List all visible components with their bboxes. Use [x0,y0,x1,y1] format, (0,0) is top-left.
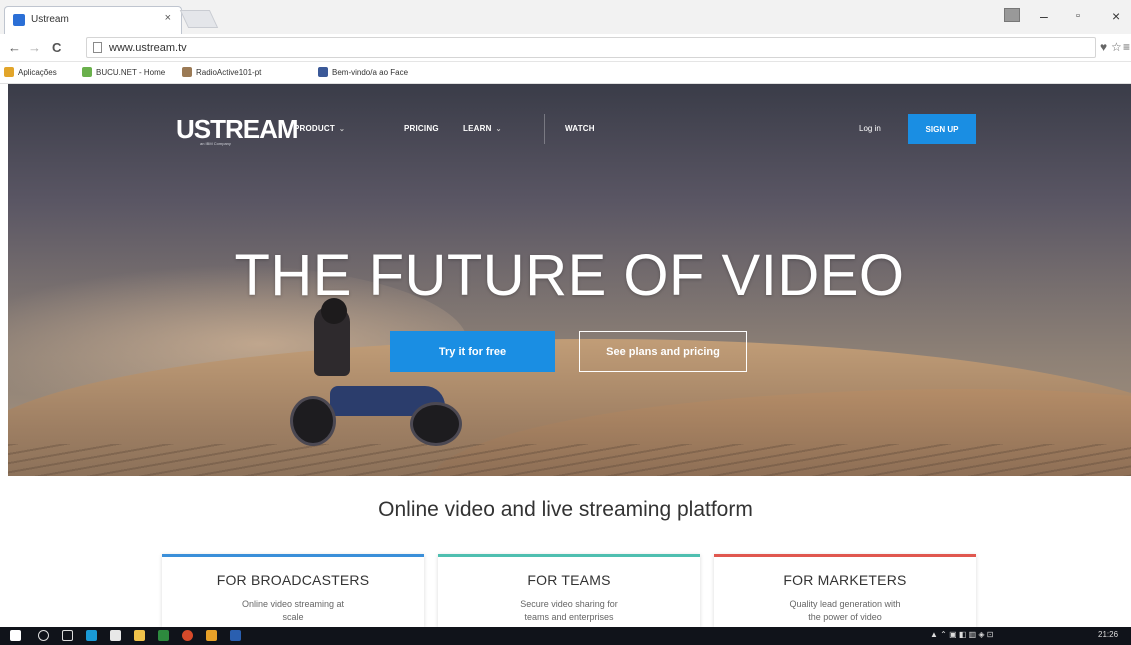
chevron-down-icon: ⌄ [338,126,346,133]
hero-banner: USTREAM an IBM Company PRODUCT ⌄ PRICING … [8,84,1131,476]
card-title: FOR MARKETERS [783,572,907,588]
atv-wheel [410,402,462,446]
browser-tab[interactable]: Ustream × [4,6,182,34]
facebook-favicon-icon [318,67,328,77]
login-link[interactable]: Log in [859,124,881,133]
windows-taskbar: ▲ ⌃ ▣ ◧ ▥ ◈ ⊡ 21:26 [0,627,1131,645]
card-description: Quality lead generation with the power o… [789,599,901,622]
tab-close-icon[interactable]: × [165,12,171,24]
atv-wheel [290,396,336,446]
site-nav: USTREAM an IBM Company PRODUCT ⌄ PRICING … [8,84,1131,180]
platform-tagline: Online video and live streaming platform [378,498,753,521]
bucu-favicon-icon [82,67,92,77]
logo-subtitle: an IBM Company [200,141,231,146]
file-explorer-icon[interactable] [134,630,145,641]
bookmark-label: Bem-vindo/a ao Face [332,67,409,77]
chrome-icon[interactable] [182,630,193,641]
back-button[interactable]: ← [8,40,21,55]
plans-pricing-button[interactable]: See plans and pricing [579,331,747,372]
bookmark-radioactive[interactable]: RadioActive101-pt [182,67,261,77]
word-icon[interactable] [230,630,241,641]
task-view-icon[interactable] [62,630,73,641]
window-close-button[interactable]: × [1112,8,1120,24]
card-description: Online video streaming at scale [241,599,345,622]
nav-watch[interactable]: WATCH [565,124,595,133]
bookmarks-bar: Aplicações BUCU.NET - Home RadioActive10… [0,62,1131,84]
address-bar[interactable]: www.ustream.tv [86,37,1096,58]
bookmark-apps[interactable]: Aplicações [4,67,57,77]
nav-learn-label: LEARN [463,124,492,133]
minimize-button[interactable]: – [1040,8,1048,24]
nav-pricing[interactable]: PRICING [404,124,439,133]
edge-icon[interactable] [86,630,97,641]
bookmark-bucu[interactable]: BUCU.NET - Home [82,67,165,77]
clock[interactable]: 21:26 [1098,630,1118,639]
apps-grid-icon [4,67,14,77]
sand-ripples [8,444,1131,476]
nav-learn[interactable]: LEARN ⌄ [463,124,502,133]
extension-icon[interactable]: ♥ [1100,40,1107,54]
bookmark-label: RadioActive101-pt [196,67,262,77]
card-broadcasters[interactable]: FOR BROADCASTERS Online video streaming … [162,554,424,627]
try-free-button[interactable]: Try it for free [390,331,555,372]
bookmark-label: Aplicações [18,67,57,77]
chevron-down-icon: ⌄ [495,126,502,133]
app-icon[interactable] [158,630,169,641]
ustream-logo[interactable]: USTREAM [176,114,299,145]
bookmark-label: BUCU.NET - Home [96,67,166,77]
radio-favicon-icon [182,67,192,77]
browser-tabstrip: Ustream × – ▫ × [0,0,1131,34]
reload-button[interactable]: C [52,40,61,55]
card-title: FOR TEAMS [527,572,611,588]
tray-icons[interactable]: ▲ ⌃ ▣ ◧ ▥ ◈ ⊡ [930,630,994,639]
new-tab-button[interactable] [179,10,219,28]
profile-icon[interactable] [1004,8,1020,22]
maximize-button[interactable]: ▫ [1076,10,1080,22]
forward-button[interactable]: → [28,40,41,55]
card-title: FOR BROADCASTERS [216,572,370,588]
ustream-favicon-icon [13,14,25,26]
start-icon[interactable] [10,630,21,641]
browser-toolbar: ← → C www.ustream.tv ♥ ☆ ≡ [0,34,1131,62]
card-marketers[interactable]: FOR MARKETERS Quality lead generation wi… [714,554,976,627]
hero-headline: THE FUTURE OF VIDEO [234,243,905,308]
card-teams[interactable]: FOR TEAMS Secure video sharing for teams… [438,554,700,627]
app-icon[interactable] [206,630,217,641]
card-description: Secure video sharing for teams and enter… [520,599,618,622]
chrome-menu-icon[interactable]: ≡ [1123,40,1130,54]
bookmark-star-icon[interactable]: ☆ [1111,40,1122,54]
address-url[interactable]: www.ustream.tv [109,42,187,54]
page-icon [93,42,102,53]
nav-product-label: PRODUCT [294,124,335,133]
store-icon[interactable] [110,630,121,641]
signup-button[interactable]: SIGN UP [908,114,976,144]
bookmark-facebook[interactable]: Bem-vindo/a ao Face [318,67,408,77]
nav-product[interactable]: PRODUCT ⌄ [294,124,345,133]
nav-divider [544,114,545,144]
tab-title: Ustream [31,14,69,25]
search-icon[interactable] [38,630,49,641]
atv-image [290,366,470,446]
